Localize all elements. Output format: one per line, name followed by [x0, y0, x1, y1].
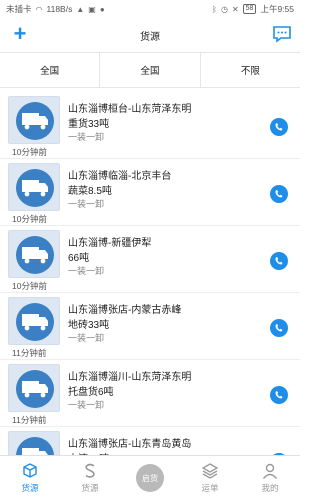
sim-status: 未插卡 — [6, 4, 32, 14]
layers-icon — [201, 463, 219, 479]
truck-thumbnail — [8, 297, 60, 345]
nav-mine[interactable]: 我的 — [240, 456, 300, 500]
android-icon: ▲ — [76, 4, 85, 14]
bottom-nav: 货源 货源 启货 运单 我的 — [0, 455, 300, 500]
filter-origin[interactable]: 全国 — [0, 53, 101, 87]
post-time: 11分钟前 — [12, 348, 47, 358]
route-text: 山东淄博张店-内蒙古赤峰 — [68, 305, 182, 316]
nav-label: 货源 — [21, 483, 39, 493]
route-text: 山东淄博桓台-山东菏泽东明 — [68, 104, 192, 115]
filter-vehicle[interactable]: 不限 — [201, 53, 300, 87]
nav-label: 运单 — [201, 483, 219, 493]
nav-waybill[interactable]: 运单 — [180, 456, 240, 500]
truck-thumbnail — [8, 364, 60, 412]
cargo-list: 10分钟前 山东淄博桓台-山东菏泽东明 重货33吨 一装一卸 10分钟前 山东淄… — [0, 92, 300, 455]
status-bar: 未插卡 ◠ 118B/s ▲ ▣ ● ᛒ ◷ ✕ 58 上午9:55 — [0, 0, 300, 18]
list-item[interactable]: 10分钟前 山东淄博-新疆伊犁 66吨 一装一卸 — [0, 226, 300, 293]
cargo-text: 66吨 — [68, 253, 90, 264]
status-left: 未插卡 ◠ 118B/s ▲ ▣ ● — [6, 3, 105, 15]
route-text: 山东淄博淄川-山东菏泽东明 — [68, 372, 192, 383]
route-text: 山东淄博-新疆伊犁 — [68, 238, 152, 249]
person-icon — [262, 463, 278, 479]
phone-icon[interactable] — [270, 386, 288, 404]
phone-icon[interactable] — [270, 118, 288, 136]
list-item[interactable]: 11分钟前 山东淄博张店-内蒙古赤峰 地砖33吨 一装一卸 — [0, 293, 300, 360]
load-mode-text: 一装一卸 — [68, 132, 105, 142]
phone-icon[interactable] — [270, 319, 288, 337]
nav-cargo[interactable]: 货源 — [0, 456, 60, 500]
post-time: 10分钟前 — [12, 281, 47, 291]
route-text: 山东淄博张店-山东青岛黄岛 — [68, 439, 192, 450]
truck-thumbnail — [8, 431, 60, 455]
s-icon — [85, 463, 95, 478]
filter-bar: 全国 全国 不限 — [0, 52, 300, 88]
clock-icon: ◷ — [220, 4, 228, 14]
list-item[interactable]: 10分钟前 山东淄博桓台-山东菏泽东明 重货33吨 一装一卸 — [0, 92, 300, 159]
network-speed: 118B/s — [46, 4, 73, 14]
cargo-text: 地砖33吨 — [68, 320, 110, 331]
phone-icon[interactable] — [270, 185, 288, 203]
truck-thumbnail — [8, 230, 60, 278]
load-mode-text: 一装一卸 — [68, 333, 105, 343]
cargo-text: 重货33吨 — [68, 119, 110, 130]
truck-thumbnail — [8, 163, 60, 211]
nav-label: 我的 — [261, 483, 279, 493]
phone-icon[interactable] — [270, 252, 288, 270]
nav-label: 货源 — [81, 483, 99, 493]
plus-icon[interactable]: + — [8, 22, 32, 46]
battery-icon: 58 — [242, 4, 257, 14]
center-circle-icon: 启货 — [136, 464, 164, 492]
load-mode-text: 一装一卸 — [68, 400, 105, 410]
truck-thumbnail — [8, 96, 60, 144]
mute-icon: ✕ — [231, 4, 239, 14]
nav-center[interactable]: 启货 — [120, 456, 180, 500]
cargo-text: 托盘货6吨 — [68, 387, 114, 398]
cargo-text: 蔬菜8.5吨 — [68, 186, 112, 197]
list-item[interactable]: 11分钟前 山东淄博淄川-山东菏泽东明 托盘货6吨 一装一卸 — [0, 360, 300, 427]
load-mode-text: 一装一卸 — [68, 199, 105, 209]
bluetooth-icon: ᛒ — [212, 4, 217, 14]
page-title: 货源 — [140, 31, 160, 43]
chat-bubble-icon[interactable] — [272, 24, 292, 44]
clock-time: 上午9:55 — [260, 4, 294, 14]
post-time: 11分钟前 — [12, 415, 47, 425]
list-item[interactable]: 山东淄博张店-山东青岛黄岛 大漆33吨 — [0, 427, 300, 455]
post-time: 10分钟前 — [12, 214, 47, 224]
load-mode-text: 一装一卸 — [68, 266, 105, 276]
post-time: 10分钟前 — [12, 147, 47, 157]
app-header: + 货源 — [0, 18, 300, 52]
list-item[interactable]: 10分钟前 山东淄博临淄-北京丰台 蔬菜8.5吨 一装一卸 — [0, 159, 300, 226]
cube-icon — [23, 463, 37, 478]
wechat-icon: ● — [99, 4, 105, 14]
route-text: 山东淄博临淄-北京丰台 — [68, 171, 172, 182]
image-icon: ▣ — [88, 4, 96, 14]
filter-destination[interactable]: 全国 — [100, 53, 201, 87]
wifi-icon: ◠ — [35, 4, 43, 14]
nav-source[interactable]: 货源 — [60, 456, 120, 500]
status-right: ᛒ ◷ ✕ 58 上午9:55 — [212, 3, 294, 15]
